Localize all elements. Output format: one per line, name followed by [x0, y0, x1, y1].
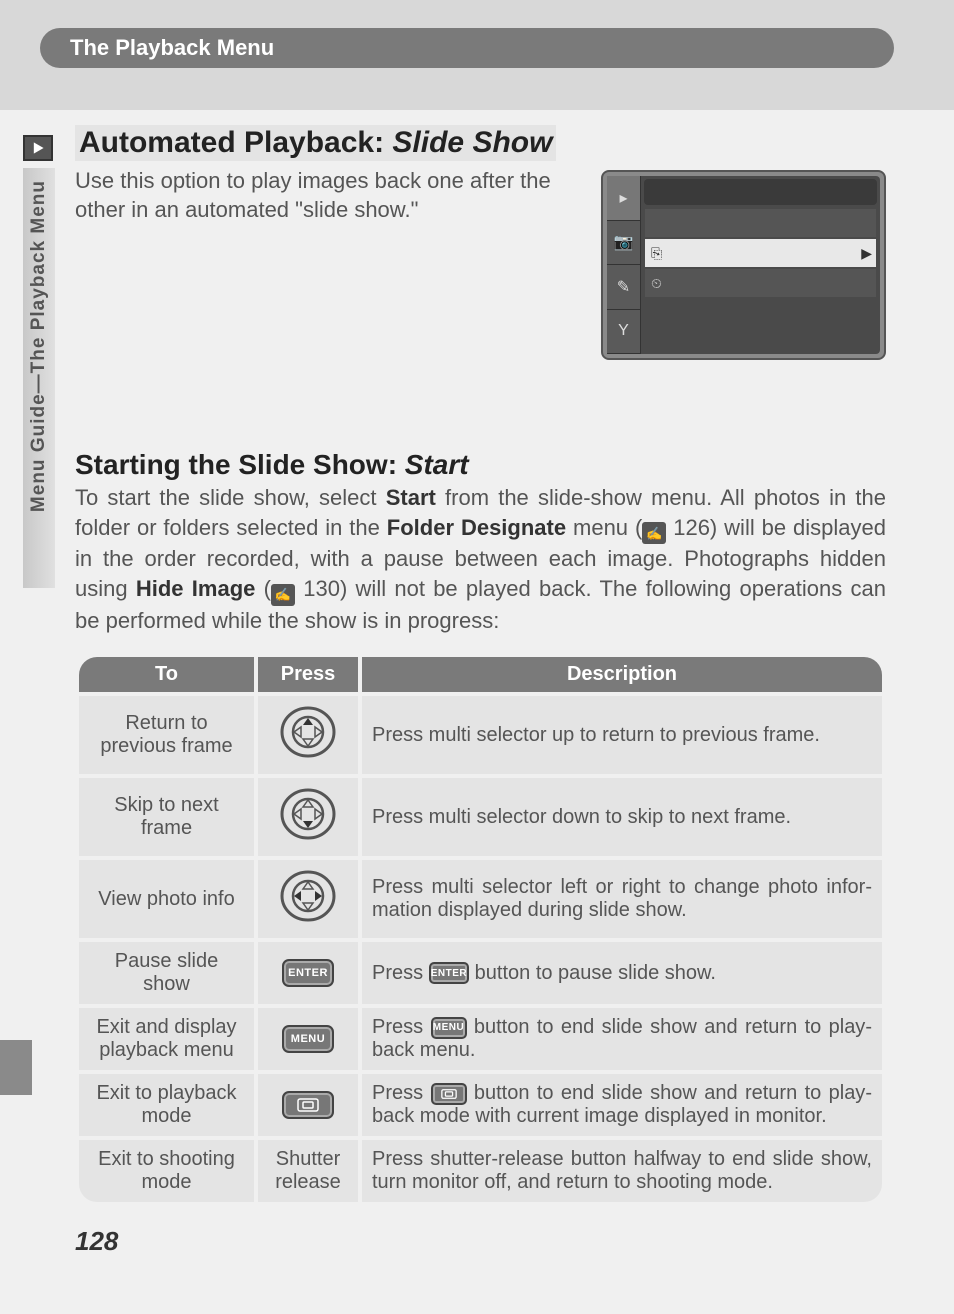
cell-to: Exit to shooting mode	[79, 1140, 254, 1202]
cell-to: Return to previous frame	[79, 696, 254, 774]
table-row: Pause slide show ENTER Press ENTER butto…	[79, 942, 882, 1004]
cell-press: Shutter release	[258, 1140, 358, 1202]
ss-tab-camera-icon: 📷	[607, 221, 640, 266]
monitor-button-icon	[282, 1091, 334, 1119]
table-row: Return to previous frame Press multi sel…	[79, 696, 882, 774]
page-number: 128	[75, 1226, 118, 1257]
enter-button-icon: ENTER	[429, 962, 469, 984]
cell-press: MENU	[258, 1008, 358, 1070]
table-row: Exit to playback mode Press button to en…	[79, 1074, 882, 1136]
multi-selector-lr-icon	[280, 868, 336, 930]
ss-tab-pencil-icon: ✎	[607, 265, 640, 310]
intro-paragraph: Use this option to play images back one …	[75, 167, 585, 224]
ss-row-3: ⏲	[645, 269, 876, 297]
subsection-title-b: Start	[405, 449, 469, 480]
main-content: Automated Playback: Slide Show Use this …	[75, 125, 886, 1206]
cell-desc: Press button to end slide show and retur…	[362, 1074, 882, 1136]
th-desc: Description	[362, 657, 882, 692]
cell-desc: Press multi selector down to skip to nex…	[362, 778, 882, 856]
playback-icon	[23, 135, 53, 161]
table-row: Exit to shooting mode Shutter release Pr…	[79, 1140, 882, 1202]
menu-button-icon: MENU	[431, 1017, 467, 1039]
cell-to: Pause slide show	[79, 942, 254, 1004]
multi-selector-down-icon	[280, 786, 336, 848]
cell-press: ENTER	[258, 942, 358, 1004]
cell-desc: Press ENTER button to pause slide show.	[362, 942, 882, 1004]
cell-press	[258, 778, 358, 856]
header-tab: The Playback Menu	[40, 28, 894, 68]
side-guide-text: Menu Guide—The Playback Menu	[28, 180, 50, 512]
ss-banner	[644, 179, 877, 205]
body-paragraph: To start the slide show, select Start fr…	[75, 483, 886, 635]
subsection-title-a: Starting the Slide Show:	[75, 449, 405, 480]
ss-tab-wrench-icon: Y	[607, 310, 640, 355]
cell-press	[258, 1074, 358, 1136]
ss-tab-playback-icon: ▸	[607, 176, 640, 221]
monitor-button-icon	[431, 1083, 467, 1105]
table-row: View photo info Press multi selector lef…	[79, 860, 882, 938]
side-accent-bar	[0, 1040, 32, 1095]
ss-row-1	[645, 209, 876, 237]
cell-desc: Press multi selector left or right to ch…	[362, 860, 882, 938]
enter-button-icon: ENTER	[282, 959, 334, 987]
cell-to: Exit to playback mode	[79, 1074, 254, 1136]
header-tab-text: The Playback Menu	[70, 35, 274, 61]
cell-desc: Press shutter-release button halfway to …	[362, 1140, 882, 1202]
th-press: Press	[258, 657, 358, 692]
cell-press	[258, 860, 358, 938]
cell-to: View photo info	[79, 860, 254, 938]
cell-desc: Press MENU button to end slide show and …	[362, 1008, 882, 1070]
cell-desc: Press multi selector up to return to pre…	[362, 696, 882, 774]
page-ref-icon: ✍	[642, 522, 666, 544]
th-to: To	[79, 657, 254, 692]
cell-to: Skip to next frame	[79, 778, 254, 856]
section-title-a: Automated Playback:	[79, 126, 392, 159]
camera-menu-screenshot: ▸ 📷 ✎ Y ⎘▶ ⏲	[601, 170, 886, 360]
subsection-title: Starting the Slide Show: Start	[75, 449, 886, 481]
multi-selector-up-icon	[280, 704, 336, 766]
cell-to: Exit and display playback menu	[79, 1008, 254, 1070]
table-row: Skip to next frame Press multi selector …	[79, 778, 882, 856]
section-title-b: Slide Show	[392, 126, 552, 159]
page-ref-icon: ✍	[271, 584, 295, 606]
cell-press	[258, 696, 358, 774]
table-row: Exit and display playback menu MENU Pres…	[79, 1008, 882, 1070]
section-title: Automated Playback: Slide Show	[75, 125, 556, 161]
menu-button-icon: MENU	[282, 1025, 334, 1053]
operations-table: To Press Description Return to previous …	[75, 653, 886, 1206]
ss-row-highlighted: ⎘▶	[645, 239, 876, 267]
